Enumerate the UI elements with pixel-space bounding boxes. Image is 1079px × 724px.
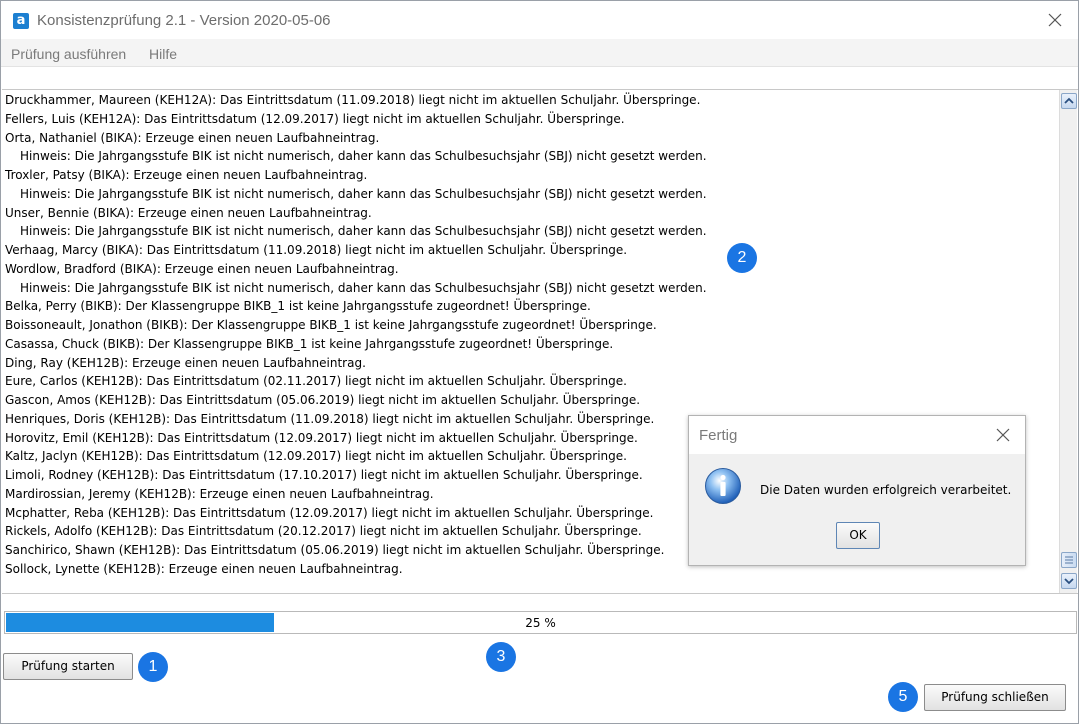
scroll-up-button[interactable]: [1061, 93, 1077, 109]
annotation-badge-5: 5: [888, 682, 918, 712]
dialog-message: Die Daten wurden erfolgreich verarbeitet…: [760, 483, 1012, 497]
done-dialog: Fertig Die Daten wurden erfolgreich vera…: [688, 415, 1026, 566]
menu-hilfe[interactable]: Hilfe: [149, 46, 177, 62]
info-icon: [704, 467, 742, 505]
main-window: a Konsistenzprüfung 2.1 - Version 2020-0…: [0, 0, 1079, 724]
log-line: Verhaag, Marcy (BIKA): Das Eintrittsdatu…: [5, 243, 628, 257]
log-line: Unser, Bennie (BIKA): Erzeuge einen neue…: [5, 205, 372, 220]
log-line: Druckhammer, Maureen (KEH12A): Das Eintr…: [5, 93, 701, 107]
log-line: Hinweis: Die Jahrgangsstufe BIK ist nich…: [20, 280, 707, 295]
ok-button[interactable]: OK: [836, 522, 880, 549]
log-line: Wordlow, Bradford (BIKA): Erzeuge einen …: [5, 261, 399, 276]
menu-bar: Prüfung ausführen Hilfe: [1, 39, 1078, 67]
chevron-up-icon: [1064, 97, 1074, 104]
grip-icon: [1065, 556, 1073, 564]
dialog-title-bar: Fertig: [689, 416, 1025, 454]
menu-pruefung-ausfuehren[interactable]: Prüfung ausführen: [11, 46, 126, 62]
dialog-close-button[interactable]: [993, 425, 1013, 445]
progress-label: 25 %: [525, 616, 556, 630]
annotation-badge-1: 1: [138, 652, 168, 682]
log-line: Orta, Nathaniel (BIKA): Erzeuge einen ne…: [5, 130, 380, 145]
log-line: Casassa, Chuck (BIKB): Der Klassengruppe…: [5, 336, 614, 351]
log-line: Troxler, Patsy (BIKA): Erzeuge einen neu…: [5, 168, 368, 182]
dialog-title: Fertig: [699, 427, 738, 444]
log-line: Hinweis: Die Jahrgangsstufe BIK ist nich…: [20, 149, 707, 164]
window-title: Konsistenzprüfung 2.1 - Version 2020-05-…: [37, 12, 331, 29]
log-line: Fellers, Luis (KEH12A): Das Eintrittsdat…: [5, 111, 625, 126]
scroll-thumb[interactable]: [1061, 552, 1077, 568]
log-line: Hinweis: Die Jahrgangsstufe BIK ist nich…: [20, 224, 707, 239]
close-check-button[interactable]: Prüfung schließen: [924, 684, 1066, 711]
chevron-down-icon: [1064, 578, 1074, 585]
dialog-body: Die Daten wurden erfolgreich verarbeitet…: [689, 454, 1025, 565]
progress-bar: 25 %: [4, 611, 1077, 634]
log-line: Ding, Ray (KEH12B): Erzeuge einen neuen …: [5, 355, 366, 370]
annotation-badge-2: 2: [727, 243, 757, 273]
start-check-button[interactable]: Prüfung starten: [3, 653, 133, 680]
window-close-button[interactable]: [1044, 9, 1066, 31]
annotation-badge-3: 3: [486, 642, 516, 672]
title-bar: a Konsistenzprüfung 2.1 - Version 2020-0…: [1, 1, 1078, 39]
log-scrollbar[interactable]: [1059, 90, 1077, 593]
log-line: Hinweis: Die Jahrgangsstufe BIK ist nich…: [20, 186, 707, 201]
log-line: Boissoneault, Jonathon (BIKB): Der Klass…: [5, 318, 657, 332]
scroll-down-button[interactable]: [1061, 573, 1077, 589]
log-line: Belka, Perry (BIKB): Der Klassengruppe B…: [5, 299, 591, 314]
log-line: Eure, Carlos (KEH12B): Das Eintrittsdatu…: [5, 374, 627, 389]
close-icon: [1048, 13, 1062, 27]
app-icon: a: [13, 13, 29, 29]
close-icon: [996, 428, 1010, 442]
log-line: Gascon, Amos (KEH12B): Das Eintrittsdatu…: [5, 393, 641, 407]
